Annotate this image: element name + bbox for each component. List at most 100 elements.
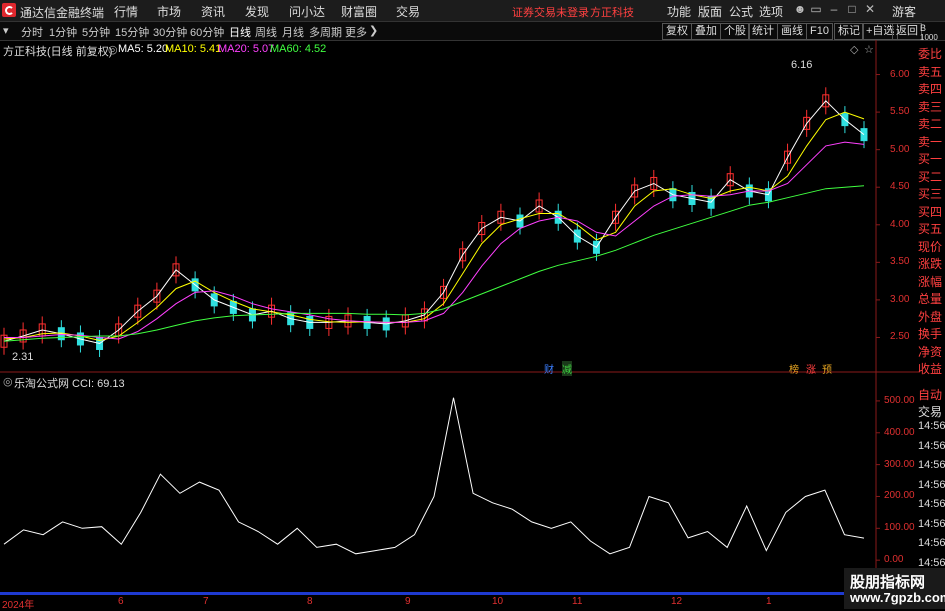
ma-line-ma60 <box>3 185 865 342</box>
marker-zhang[interactable]: 涨 <box>806 361 816 376</box>
trade-login-warning[interactable]: 证券交易未登录 <box>512 4 589 20</box>
tick-time: 14:56 <box>918 439 945 452</box>
app-name: 通达信金融终端 <box>20 6 105 20</box>
user-icon[interactable]: ☻ <box>792 2 808 18</box>
tb-icon[interactable]: ▾ <box>3 24 9 37</box>
y-tick-sub: 300.00 <box>884 458 915 470</box>
quote-label: 涨幅 <box>918 274 943 289</box>
tick-time: 14:56 <box>918 498 945 510</box>
y-tick-main: 2.50 <box>890 331 910 343</box>
close-icon[interactable]: ✕ <box>862 2 878 18</box>
y-tick-main: 6.00 <box>890 68 910 80</box>
menu-caifuquan[interactable]: 财富圈 <box>341 3 377 20</box>
trade-mode-label[interactable]: 交易 <box>918 403 945 420</box>
y-tick-main: 4.00 <box>890 218 910 230</box>
chart-area[interactable] <box>0 40 920 596</box>
menu-shichang[interactable]: 市场 <box>157 3 181 20</box>
quote-label: 卖三 <box>918 99 943 114</box>
btn-diejia[interactable]: 叠加 <box>691 23 721 40</box>
y-tick-sub: 200.00 <box>884 490 915 502</box>
y-tick-main: 3.50 <box>890 256 910 268</box>
marker-yu[interactable]: 预 <box>822 361 832 376</box>
period-60min[interactable]: 60分钟 <box>190 24 224 40</box>
tick-time: 14:56 <box>918 420 945 432</box>
menu-zixun[interactable]: 资讯 <box>201 3 225 20</box>
menu-gongshi[interactable]: 公式 <box>729 3 753 20</box>
quote-label: 总量 <box>918 292 943 306</box>
watermark-line1: 股朋指标网 <box>850 574 926 591</box>
quote-label: 换手 <box>918 327 943 341</box>
period-more[interactable]: 更多 <box>345 24 367 40</box>
b-value: 1000 <box>920 33 938 42</box>
quote-label: 买二 <box>918 169 943 184</box>
period-weekly[interactable]: 周线 <box>255 24 277 40</box>
maximize-icon[interactable]: □ <box>844 2 860 18</box>
quote-label: 买一 <box>918 152 943 166</box>
date-tick: 10 <box>492 596 504 607</box>
period-30min[interactable]: 30分钟 <box>153 24 187 40</box>
btn-fanhui[interactable]: 返回 <box>892 23 922 40</box>
menu-wenxiaoda[interactable]: 问小达 <box>289 3 325 20</box>
candle <box>860 128 868 142</box>
ma-line-ma5 <box>3 100 865 345</box>
sub-eye-icon[interactable]: ◎ <box>3 375 13 388</box>
date-tick: 6 <box>118 596 124 607</box>
btn-tongji[interactable]: 统计 <box>748 23 778 40</box>
quote-label: 卖五 <box>918 64 943 79</box>
quote-label: 收益 <box>918 362 943 376</box>
period-fenshi[interactable]: 分时 <box>21 24 43 40</box>
b-label: B <box>920 23 927 33</box>
menu-hangqing[interactable]: 行情 <box>114 3 138 20</box>
y-tick-main: 5.50 <box>890 106 910 118</box>
ma-line-ma10 <box>3 111 865 342</box>
menu-jiaoyi[interactable]: 交易 <box>396 3 420 20</box>
tablet-icon[interactable]: ▭ <box>808 2 824 18</box>
minimize-icon[interactable]: – <box>826 2 842 18</box>
btn-f10[interactable]: F10 <box>806 23 833 40</box>
marker-cai[interactable]: 财 <box>544 361 554 376</box>
y-tick-sub: 500.00 <box>884 394 915 406</box>
date-tick: 7 <box>203 596 209 607</box>
marker-jian[interactable]: 减 <box>562 361 572 376</box>
menu-banmian[interactable]: 版面 <box>698 3 722 20</box>
btn-biaoji[interactable]: 标记 <box>834 23 864 40</box>
period-multi[interactable]: 多周期 <box>309 24 342 40</box>
quote-label: 委比 <box>918 47 943 61</box>
quote-label: 现价 <box>918 239 943 254</box>
btn-huaxian[interactable]: 画线 <box>777 23 807 40</box>
y-tick-main: 5.00 <box>890 143 910 155</box>
date-tick: 12 <box>671 596 683 607</box>
period-1min[interactable]: 1分钟 <box>49 24 77 40</box>
menu-faxian[interactable]: 发现 <box>245 3 269 20</box>
guest-label[interactable]: 游客 <box>892 3 916 20</box>
period-monthly[interactable]: 月线 <box>282 24 304 40</box>
date-tick: 9 <box>405 596 411 607</box>
quote-label: 净资 <box>918 344 943 359</box>
quote-label: 外盘 <box>918 309 943 324</box>
more-arrow-icon[interactable]: ❯ <box>369 24 378 37</box>
trade-mode-label[interactable]: 自动 <box>918 386 945 403</box>
btn-fuquan[interactable]: 复权 <box>662 23 692 40</box>
menu-gongneng[interactable]: 功能 <box>667 3 691 20</box>
tick-time: 14:56 <box>918 517 945 530</box>
quote-label: 买四 <box>918 204 943 219</box>
title-bar: 通达信金融终端 行情 市场 资讯 发现 问小达 财富圈 交易 证券交易未登录 方… <box>0 0 945 22</box>
cci-line <box>3 397 865 555</box>
btn-gegu[interactable]: 个股 <box>720 23 750 40</box>
high-price-label: 6.16 <box>791 59 813 71</box>
period-15min[interactable]: 15分钟 <box>115 24 149 40</box>
period-5min[interactable]: 5分钟 <box>82 24 110 40</box>
scrollbar[interactable] <box>0 592 920 595</box>
period-daily[interactable]: 日线 <box>229 24 251 40</box>
quote-label: 买五 <box>918 222 943 236</box>
quote-label: 卖二 <box>918 117 943 131</box>
quote-label: 卖四 <box>918 82 943 96</box>
app-logo-icon <box>2 3 16 17</box>
watermark-line2: www.7gpzb.com <box>850 590 945 605</box>
menu-xuanxiang[interactable]: 选项 <box>759 3 783 20</box>
y-tick-sub: 0.00 <box>884 554 904 566</box>
marker-bang[interactable]: 榜 <box>789 361 799 376</box>
y-tick-sub: 400.00 <box>884 426 915 438</box>
quote-label: 卖一 <box>918 134 943 149</box>
date-axis: 2024年 6 7 8 9 10 11 12 1 <box>0 596 920 611</box>
